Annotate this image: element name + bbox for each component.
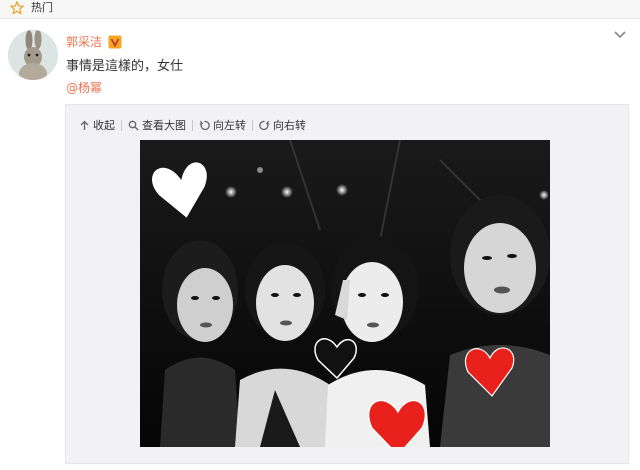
toolbar-divider [121, 119, 122, 131]
chevron-down-icon[interactable] [613, 30, 627, 40]
section-header: 热门 [0, 0, 640, 19]
group-selfie-photo [140, 140, 550, 447]
collapse-label: 收起 [93, 119, 115, 132]
rotate-left-label: 向左转 [213, 119, 246, 132]
section-label: 热门 [31, 1, 53, 14]
rotate-left-icon [199, 120, 210, 130]
author-name[interactable]: 郭采洁 [66, 34, 102, 50]
collapse-button[interactable]: 收起 [79, 117, 115, 133]
avatar[interactable] [8, 30, 58, 80]
rotate-right-icon [259, 120, 270, 130]
star-icon[interactable] [10, 1, 24, 15]
post-photo[interactable] [140, 140, 550, 447]
rotate-left-button[interactable]: 向左转 [199, 117, 246, 133]
post-text: 事情是這樣的，女仕 [66, 59, 184, 74]
rotate-right-button[interactable]: 向右转 [259, 117, 306, 133]
arrow-up-icon [80, 120, 89, 130]
verified-v-icon [108, 35, 122, 49]
toolbar-divider [252, 119, 253, 131]
rabbit-avatar-icon [8, 30, 58, 80]
rotate-right-label: 向右转 [273, 119, 306, 132]
view-large-button[interactable]: 查看大图 [128, 117, 186, 133]
toolbar-divider [192, 119, 193, 131]
mention-link[interactable]: @杨幂 [66, 80, 102, 96]
media-toolbar: 收起 查看大图 向左转 向右转 [79, 117, 306, 133]
view-large-label: 查看大图 [142, 119, 186, 132]
magnifier-icon [128, 120, 139, 130]
